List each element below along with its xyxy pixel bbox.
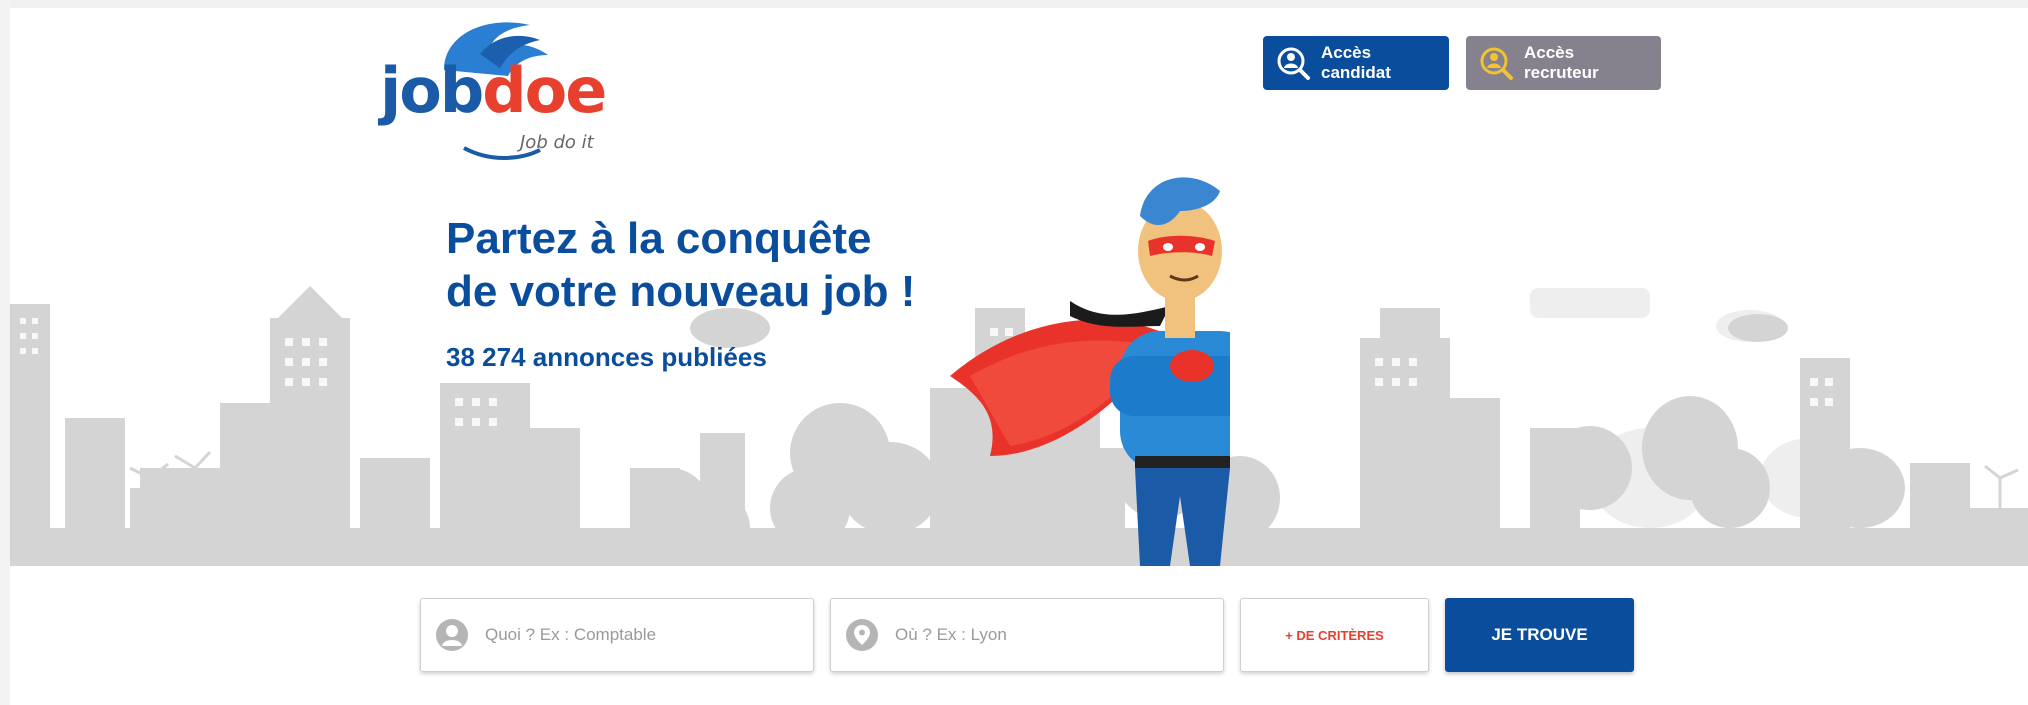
location-pin-icon xyxy=(846,619,878,651)
jobdoe-logo[interactable]: jobdoe Job do it xyxy=(380,10,620,160)
headline-line-1: Partez à la conquête xyxy=(446,214,872,263)
top-border xyxy=(0,0,2028,8)
hero-headline: Partez à la conquête de votre nouveau jo… xyxy=(446,212,915,318)
logo-part-doe: doe xyxy=(482,54,607,127)
left-border xyxy=(0,0,10,705)
search-submit-button[interactable]: JE TROUVE xyxy=(1445,598,1634,672)
where-search-field[interactable] xyxy=(830,598,1224,672)
where-search-input[interactable] xyxy=(893,624,1197,646)
listing-count: 38 274 annonces publiées xyxy=(446,342,767,372)
hero-banner: Partez à la conquête de votre nouveau jo… xyxy=(10,8,2028,566)
user-icon xyxy=(436,619,468,651)
what-search-input[interactable] xyxy=(483,624,787,646)
logo-part-job: job xyxy=(380,54,484,127)
candidate-access-label: Accès candidat xyxy=(1321,43,1391,82)
recruiter-access-label: Accès recruteur xyxy=(1524,43,1599,82)
user-search-icon xyxy=(1480,47,1513,80)
logo-tagline: Job do it xyxy=(520,132,594,153)
candidate-access-button[interactable]: Accès candidat xyxy=(1263,36,1449,90)
recruiter-access-button[interactable]: Accès recruteur xyxy=(1466,36,1661,90)
logo-wordmark: jobdoe xyxy=(380,60,607,122)
headline-line-2: de votre nouveau job ! xyxy=(446,267,916,316)
what-search-field[interactable] xyxy=(420,598,814,672)
more-criteria-button[interactable]: + DE CRITÈRES xyxy=(1240,598,1429,672)
superhero-illustration xyxy=(950,177,1230,566)
user-search-icon xyxy=(1277,47,1310,80)
